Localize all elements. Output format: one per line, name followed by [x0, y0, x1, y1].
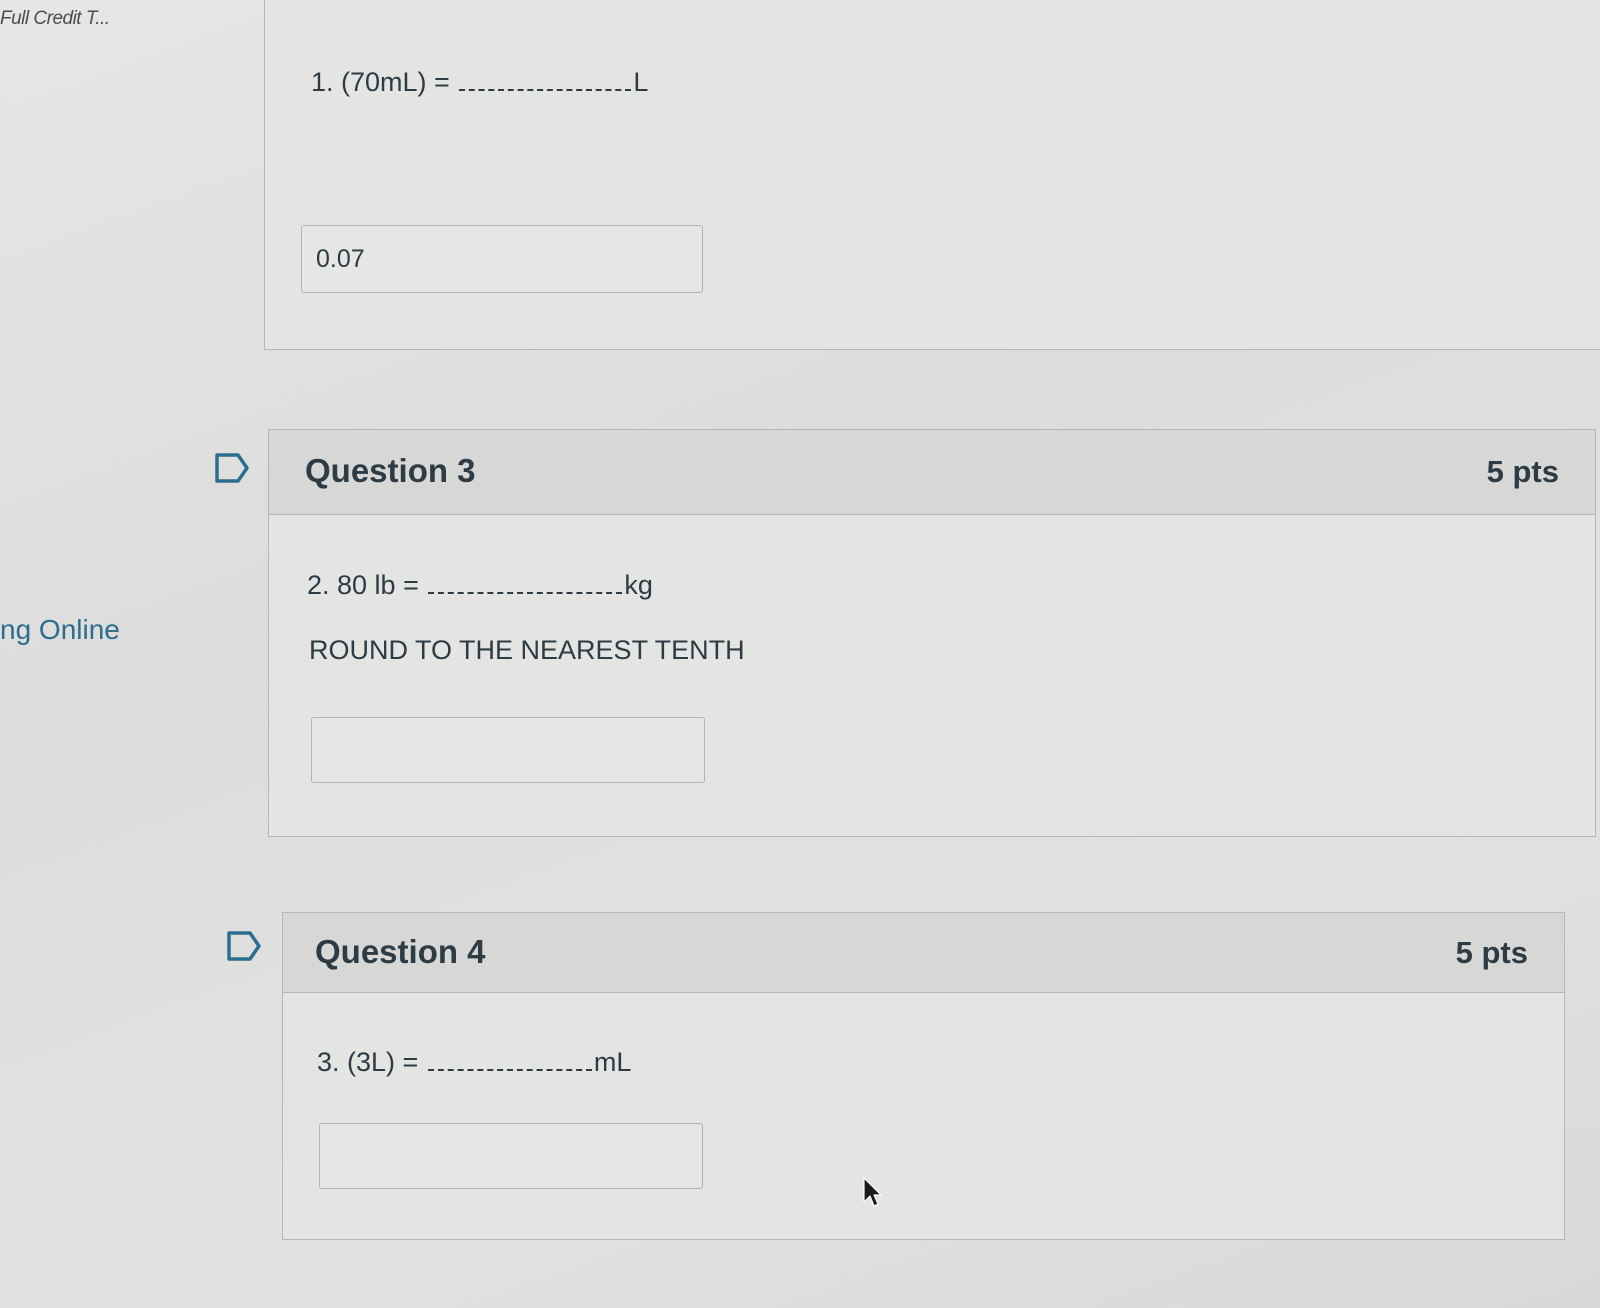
question-prompt: 1. (70mL) =	[311, 67, 450, 97]
flag-question-icon[interactable]	[226, 930, 262, 962]
answer-blank-line	[428, 592, 623, 594]
answer-input-value: 0.07	[316, 244, 365, 273]
question-title: Question 4	[315, 933, 486, 970]
answer-blank-line	[459, 89, 632, 91]
question-text: 1. (70mL) = L	[311, 67, 648, 98]
question-card-4: Question 4 5 pts 3. (3L) = mL	[282, 912, 1565, 1240]
sidebar-label-online[interactable]: ng Online	[0, 614, 120, 646]
unit-label: mL	[593, 1047, 632, 1077]
question-header: Question 4 5 pts	[283, 913, 1564, 993]
question-points: 5 pts	[1486, 454, 1559, 489]
answer-input[interactable]	[311, 717, 705, 783]
question-prompt: 3. (3L) =	[317, 1047, 419, 1077]
question-points: 5 pts	[1455, 935, 1528, 970]
unit-label: kg	[624, 570, 653, 600]
question-text: 2. 80 lb = kg	[307, 570, 653, 601]
question-card-previous: 1. (70mL) = L 0.07	[264, 0, 1600, 350]
question-text: 3. (3L) = mL	[317, 1047, 631, 1078]
sidebar-course-link[interactable]: Full Credit T...	[0, 8, 110, 30]
mouse-pointer-icon	[863, 1177, 882, 1207]
question-prompt: 2. 80 lb =	[307, 570, 419, 600]
unit-label: L	[633, 67, 649, 97]
answer-blank-line	[427, 1069, 592, 1071]
question-header: Question 3 5 pts	[269, 430, 1595, 515]
answer-input[interactable]	[319, 1123, 703, 1189]
question-instruction: ROUND TO THE NEAREST TENTH	[309, 635, 745, 665]
answer-input[interactable]: 0.07	[301, 225, 703, 293]
question-title: Question 3	[305, 452, 476, 489]
flag-question-icon[interactable]	[214, 452, 250, 484]
question-card-3: Question 3 5 pts 2. 80 lb = kg ROUND TO …	[268, 429, 1596, 837]
